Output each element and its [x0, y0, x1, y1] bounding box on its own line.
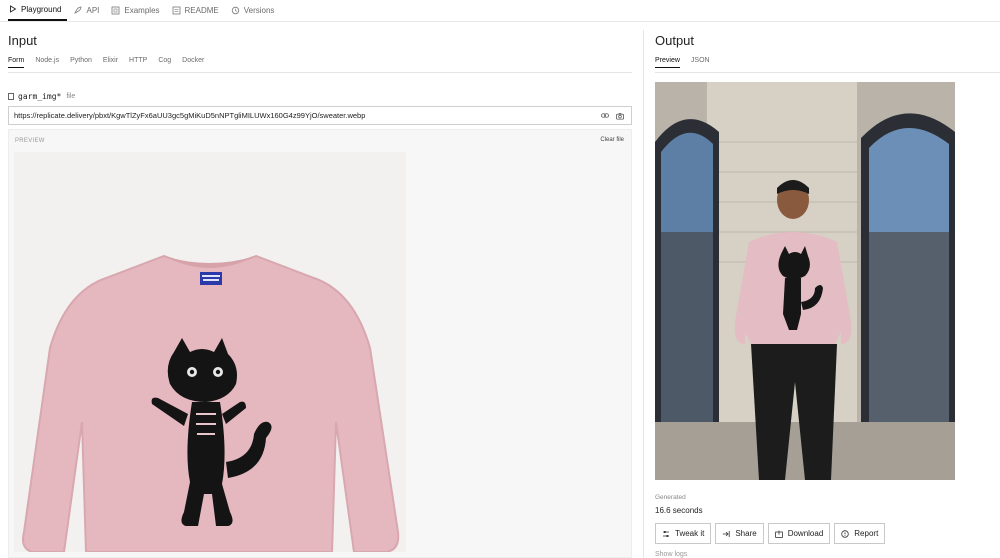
download-label: Download	[787, 529, 824, 538]
download-icon	[774, 530, 783, 538]
tab-label: API	[86, 5, 100, 15]
tab-versions[interactable]: Versions	[231, 0, 281, 21]
tweak-button[interactable]: Tweak it	[655, 523, 712, 544]
generated-time: 16.6 seconds	[655, 506, 703, 515]
subtab-preview[interactable]: Preview	[655, 57, 680, 71]
tab-readme[interactable]: README	[172, 0, 225, 21]
readme-icon	[172, 6, 181, 15]
report-icon	[841, 529, 849, 538]
field-type: file	[66, 93, 76, 100]
tab-playground[interactable]: Playground	[8, 0, 68, 21]
subtab-cog[interactable]: Cog	[158, 57, 171, 71]
subtab-divider	[8, 72, 632, 73]
file-url-input[interactable]: https://replicate.delivery/pbxt/KgwTlZyF…	[8, 106, 632, 125]
top-nav: Playground API Examples README Versions	[0, 0, 1000, 22]
subtab-http[interactable]: HTTP	[129, 57, 147, 71]
field-label: garm_img* file	[8, 92, 75, 101]
input-title: Input	[8, 33, 37, 48]
output-image	[655, 82, 955, 480]
tab-label: Examples	[124, 5, 160, 15]
sweater-preview-image	[14, 152, 406, 552]
camera-icon[interactable]	[616, 112, 624, 120]
tab-label: Versions	[243, 5, 275, 15]
download-button[interactable]: Download	[767, 523, 831, 544]
tab-api[interactable]: API	[73, 0, 105, 21]
tab-label: Playground	[21, 4, 62, 14]
file-url-value[interactable]: https://replicate.delivery/pbxt/KgwTlZyF…	[14, 111, 601, 120]
link-icon[interactable]	[601, 112, 609, 120]
rocket-icon	[73, 6, 82, 15]
share-button[interactable]: Share	[715, 523, 764, 544]
input-panel: Input Form Node.js Python Elixir HTTP Co…	[8, 22, 632, 558]
generated-label: Generated	[655, 494, 686, 501]
subtab-elixir[interactable]: Elixir	[103, 57, 118, 71]
tab-examples[interactable]: Examples	[111, 0, 165, 21]
share-label: Share	[735, 529, 757, 538]
output-panel: Output Preview JSON Generated 16.6 secon…	[655, 22, 1000, 558]
column-divider	[643, 30, 644, 558]
show-logs-link[interactable]: Show logs	[655, 551, 687, 558]
clear-file-button[interactable]: Clear file	[600, 137, 624, 143]
history-icon	[231, 6, 240, 15]
subtab-docker[interactable]: Docker	[182, 57, 204, 71]
output-subtabs: Preview JSON	[655, 57, 721, 71]
preview-label: PREVIEW	[15, 138, 45, 144]
file-preview: PREVIEW Clear file	[8, 129, 632, 558]
file-icon	[8, 93, 14, 100]
output-actions: Tweak it Share Download Report	[655, 523, 889, 544]
subtab-json[interactable]: JSON	[691, 57, 710, 71]
subtab-divider	[655, 72, 1000, 73]
tab-label: README	[184, 5, 219, 15]
subtab-nodejs[interactable]: Node.js	[35, 57, 59, 71]
subtab-python[interactable]: Python	[70, 57, 92, 71]
play-icon	[8, 5, 17, 14]
tweak-icon	[662, 530, 670, 538]
tweak-label: Tweak it	[675, 529, 705, 538]
output-title: Output	[655, 33, 695, 48]
field-name: garm_img*	[18, 92, 62, 101]
report-button[interactable]: Report	[834, 523, 886, 544]
share-icon	[722, 530, 730, 538]
input-subtabs: Form Node.js Python Elixir HTTP Cog Dock…	[8, 57, 215, 71]
subtab-form[interactable]: Form	[8, 57, 24, 71]
report-label: Report	[854, 529, 879, 538]
examples-icon	[111, 6, 120, 15]
